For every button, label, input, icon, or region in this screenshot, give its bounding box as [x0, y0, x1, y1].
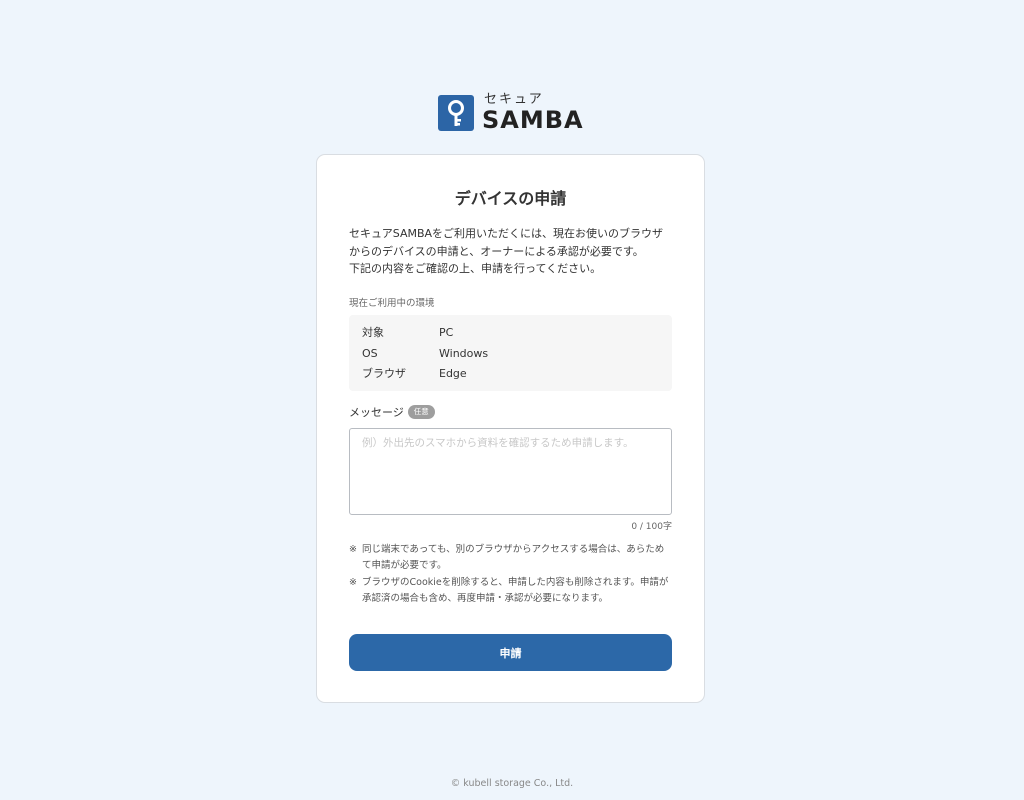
environment-value: Edge — [439, 367, 467, 380]
environment-key: ブラウザ — [362, 367, 406, 380]
message-label-row: メッセージ 任意 — [349, 404, 435, 420]
environment-box: 対象 PC OS Windows ブラウザ Edge — [349, 315, 672, 391]
note-mark: ※ — [349, 544, 357, 555]
environment-value: Windows — [439, 346, 489, 360]
environment-value: PC — [439, 326, 454, 339]
submit-button[interactable]: 申請 — [349, 634, 672, 671]
logo-subtitle: セキュア — [484, 92, 544, 107]
description: セキュアSAMBAをご利用いただくには、現在お使いのブラウザ からのデバイスの申… — [349, 225, 679, 278]
message-label: メッセージ — [349, 406, 404, 419]
environment-row-browser: ブラウザ Edge — [362, 366, 672, 387]
environment-row-os: OS Windows — [362, 346, 672, 367]
logo: セキュア SAMBA — [438, 93, 584, 132]
character-counter: 0 / 100字 — [631, 522, 672, 532]
description-line: 下記の内容をご確認の上、申請を行ってください。 — [349, 262, 602, 275]
environment-row-target: 対象 PC — [362, 325, 672, 346]
copyright: © kubell storage Co., Ltd. — [450, 778, 574, 789]
environment-key: 対象 — [362, 326, 384, 339]
note-item: ※ ブラウザのCookieを削除すると、申請した内容も削除されます。申請が承認済… — [349, 575, 673, 606]
note-item: ※ 同じ端末であっても、別のブラウザからアクセスする場合は、あらためて申請が必要… — [349, 542, 673, 573]
message-textarea[interactable] — [349, 428, 672, 515]
note-mark: ※ — [349, 577, 357, 588]
page: セキュア SAMBA デバイスの申請 セキュアSAMBAをご利用いただくには、現… — [0, 0, 1024, 800]
environment-key: OS — [362, 346, 378, 360]
key-icon — [438, 94, 474, 131]
description-line: からのデバイスの申請と、オーナーによる承認が必要です。 — [349, 244, 644, 258]
notes: ※ 同じ端末であっても、別のブラウザからアクセスする場合は、あらためて申請が必要… — [349, 542, 673, 608]
note-text: 同じ端末であっても、別のブラウザからアクセスする場合は、あらためて申請が必要です… — [362, 544, 665, 571]
note-text: ブラウザのCookieを削除すると、申請した内容も削除されます。申請が承認済の場… — [362, 577, 669, 604]
description-line: セキュアSAMBAをご利用いただくには、現在お使いのブラウザ — [349, 227, 664, 240]
page-title: デバイスの申請 — [454, 189, 567, 208]
optional-badge: 任意 — [407, 405, 435, 419]
environment-label: 現在ご利用中の環境 — [349, 298, 435, 309]
device-request-card: デバイスの申請 セキュアSAMBAをご利用いただくには、現在お使いのブラウザ か… — [316, 154, 705, 703]
logo-title: SAMBA — [482, 106, 584, 134]
